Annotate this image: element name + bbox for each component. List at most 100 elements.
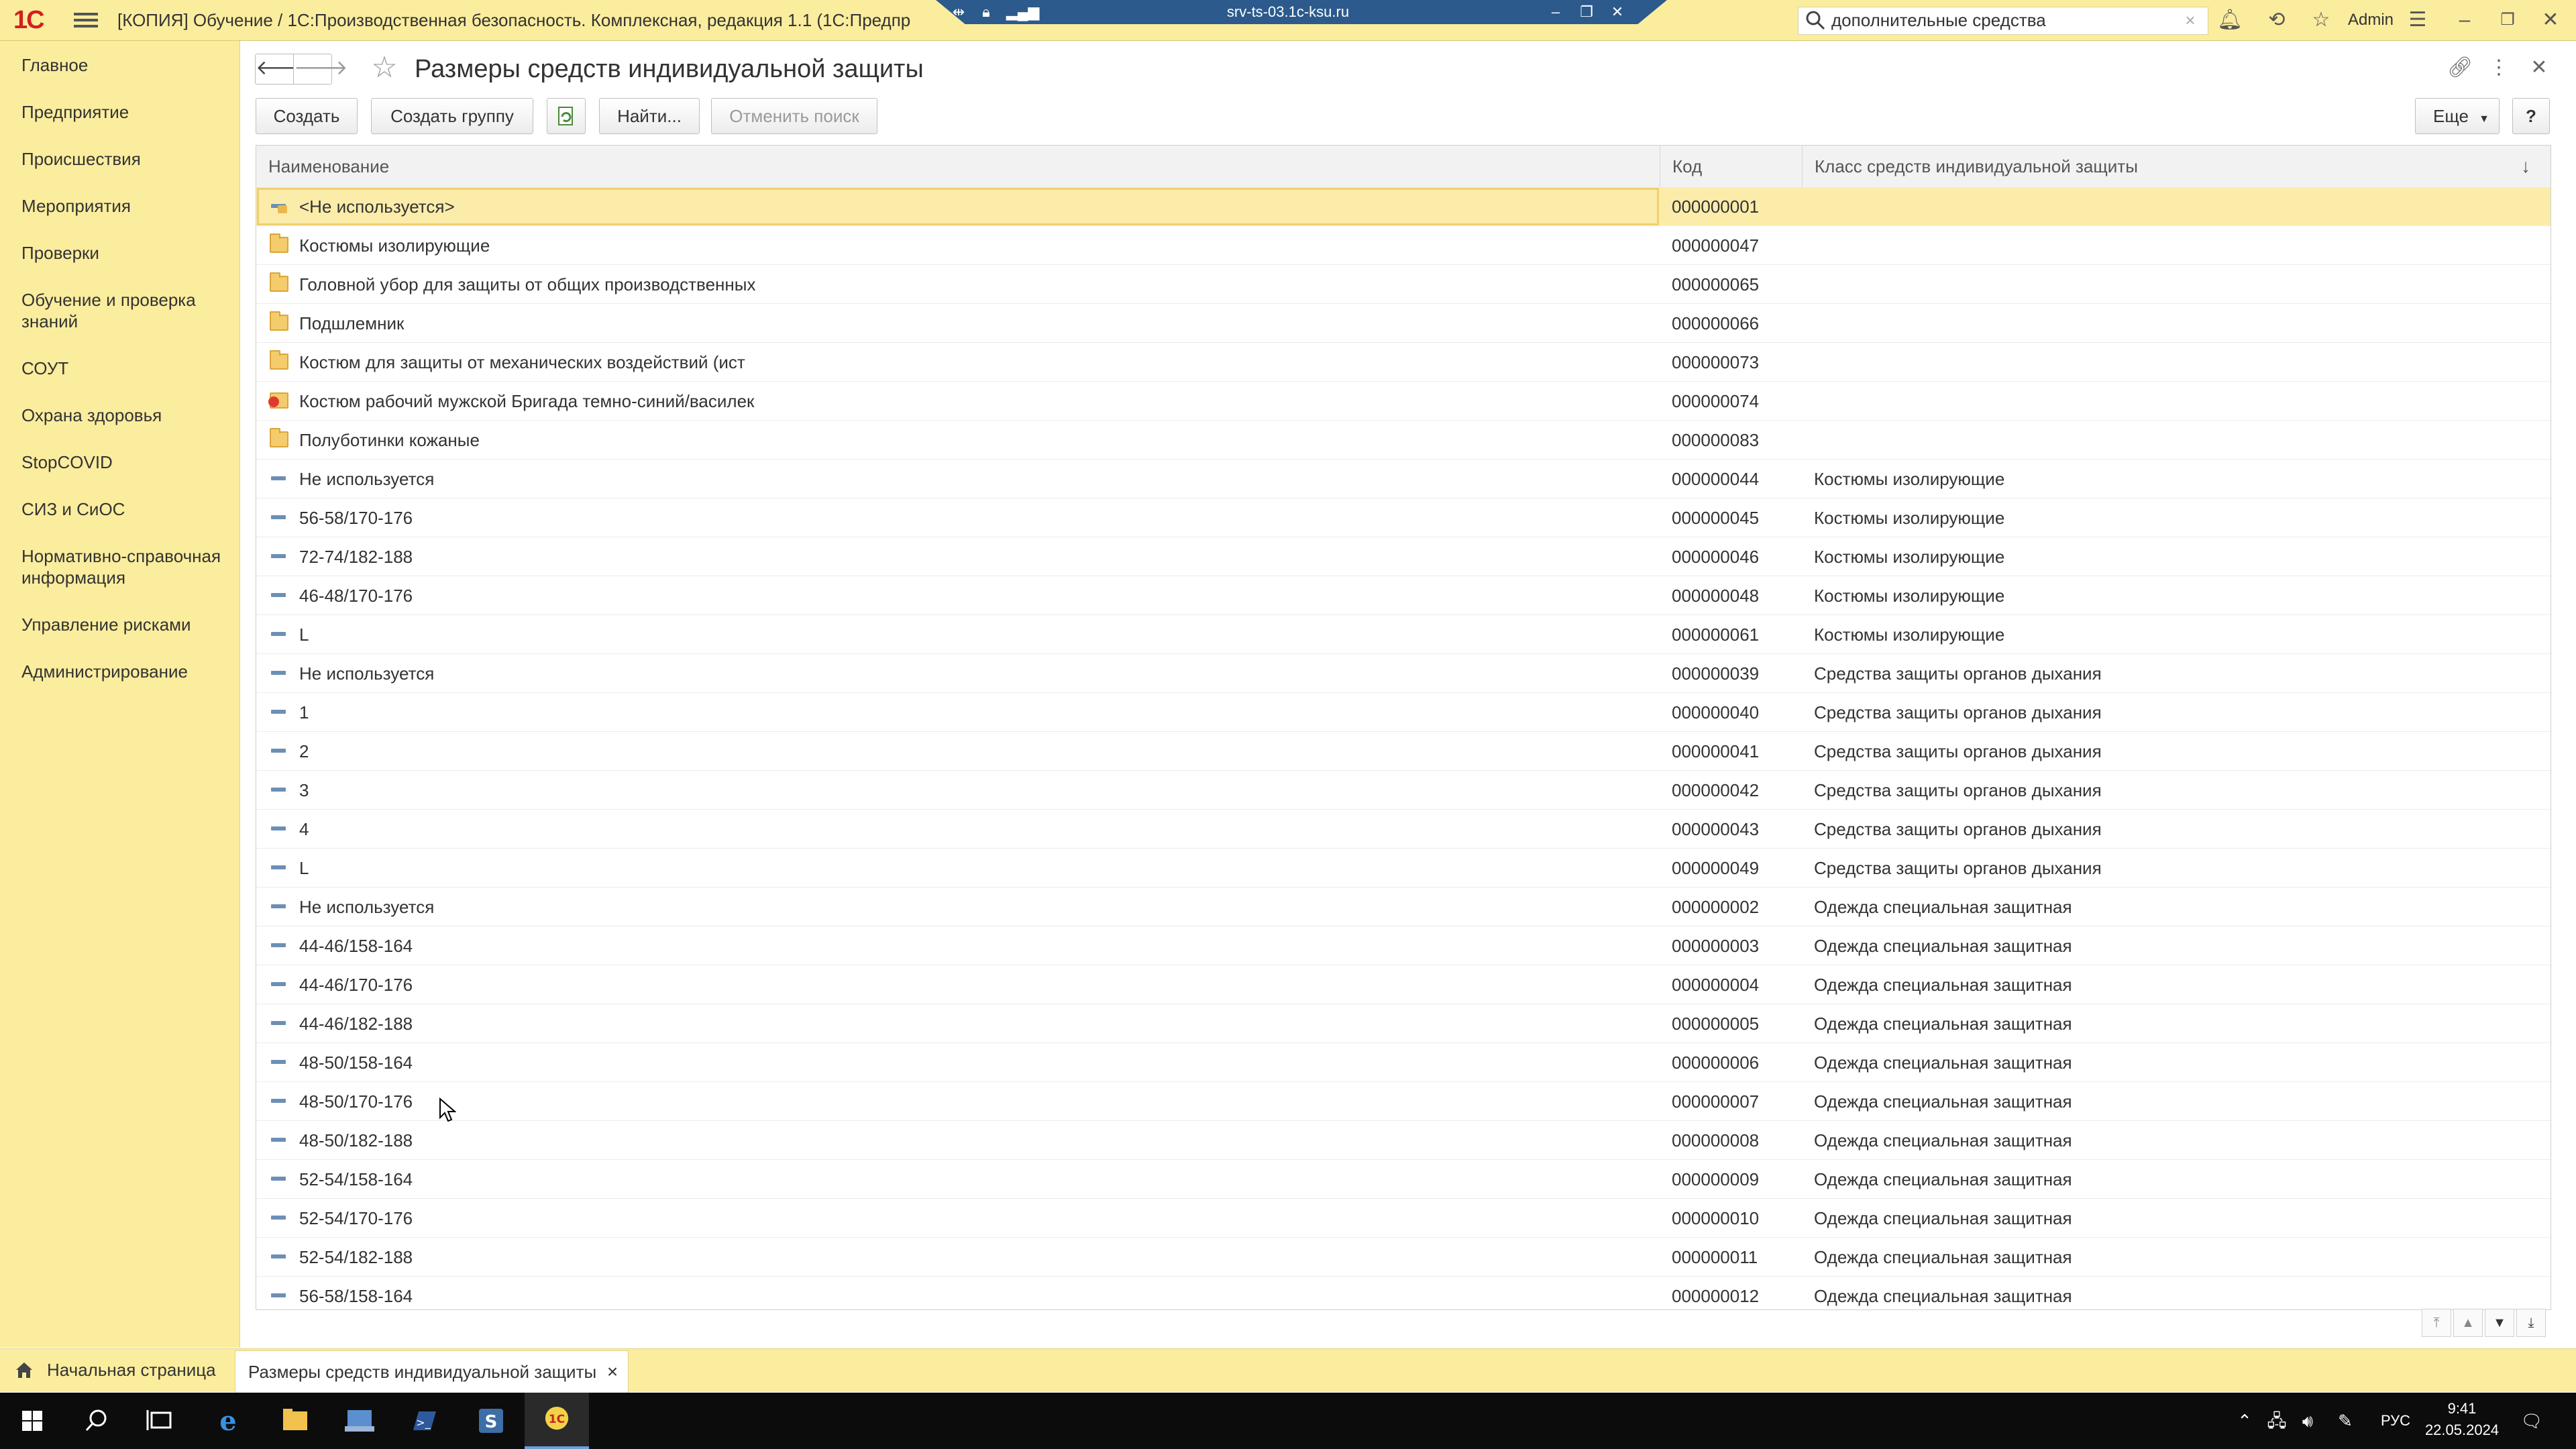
cell-name[interactable]: Полуботинки кожаные (256, 421, 1660, 460)
cell-class[interactable]: Средства защиты органов дыхания (1802, 654, 2551, 693)
cell-code[interactable]: 000000048 (1660, 576, 1802, 615)
minimize-icon[interactable]: – (2450, 7, 2479, 34)
sidebar-item-inspections[interactable]: Проверки (21, 242, 229, 264)
tab-home-page[interactable]: Начальная страница (47, 1348, 216, 1391)
cell-class[interactable]: Одежда специальная защитная (1802, 888, 2551, 926)
tab-active-label[interactable]: Размеры средств индивидуальной защиты (248, 1350, 596, 1393)
table-row[interactable]: 4 000000043 Средства защиты органов дыхани… (256, 810, 2551, 849)
table-row[interactable]: 48-50/158-164 000000006 Одежда специальная… (256, 1043, 2551, 1082)
cell-name[interactable]: <Не используется> (256, 187, 1660, 226)
cell-class[interactable]: Средства защиты органов дыхания (1802, 810, 2551, 849)
cancel-search-button[interactable]: Отменить поиск (711, 98, 877, 134)
table-row[interactable]: 44-46/170-176 000000004 Одежда специальная… (256, 965, 2551, 1004)
windows-start-icon[interactable] (0, 1393, 64, 1449)
refresh-button[interactable] (547, 98, 586, 134)
table-row[interactable]: Костюм для защиты от механических воздей… (256, 343, 2551, 382)
table-row[interactable]: Не используется 000000039 Средства защиты … (256, 654, 2551, 693)
cell-code[interactable]: 000000001 (1660, 187, 1802, 226)
app-s-icon[interactable]: S (459, 1393, 523, 1449)
table-row[interactable]: 2 000000041 Средства защиты органов дыхани… (256, 732, 2551, 771)
sidebar-item-admin[interactable]: Администрирование (21, 661, 229, 682)
cell-code[interactable]: 000000046 (1660, 537, 1802, 576)
table-row[interactable]: Полуботинки кожаные 000000083 (256, 421, 2551, 460)
sidebar-item-ppe[interactable]: СИЗ и СиОС (21, 498, 229, 520)
cell-class[interactable]: Костюмы изолирующие (1802, 460, 2551, 498)
scroll-to-top-icon[interactable]: ⤒ (2422, 1309, 2451, 1337)
cell-code[interactable]: 000000041 (1660, 732, 1802, 771)
cell-name[interactable]: L (256, 615, 1660, 654)
table-row[interactable]: Не используется 000000002 Одежда специальн… (256, 888, 2551, 926)
pin-icon[interactable]: ⇹ (949, 3, 969, 21)
table-row[interactable]: Костюмы изолирующие 000000047 (256, 226, 2551, 265)
sidebar-item-stopcovid[interactable]: StopCOVID (21, 451, 229, 473)
cell-name[interactable]: 2 (256, 732, 1660, 771)
sidebar-item-main[interactable]: Главное (21, 54, 229, 76)
table-row[interactable]: L 000000061 Костюмы изолирующие (256, 615, 2551, 654)
cell-name[interactable]: 44-46/182-188 (256, 1004, 1660, 1043)
global-search-input[interactable]: дополнительные средства (1831, 7, 2167, 34)
sidebar-item-training[interactable]: Обучение и проверка знаний (21, 289, 229, 332)
cell-class[interactable]: Одежда специальная защитная (1802, 1121, 2551, 1160)
cell-name[interactable]: 56-58/158-164 (256, 1277, 1660, 1309)
cell-name[interactable]: Головной убор для защиты от общих произв… (256, 265, 1660, 304)
cell-class[interactable] (1802, 265, 2551, 304)
cell-name[interactable]: Костюм для защиты от механических воздей… (256, 343, 1660, 382)
cell-class[interactable] (1802, 304, 2551, 343)
cell-name[interactable]: 48-50/182-188 (256, 1121, 1660, 1160)
pen-icon[interactable]: ✎ (2332, 1406, 2359, 1436)
cell-code[interactable]: 000000012 (1660, 1277, 1802, 1309)
create-button[interactable]: Создать (256, 98, 358, 134)
column-header-name[interactable]: Наименование (256, 146, 1660, 187)
table-row[interactable]: 72-74/182-188 000000046 Костюмы изолирующи… (256, 537, 2551, 576)
cell-class[interactable]: Одежда специальная защитная (1802, 1199, 2551, 1238)
table-row[interactable]: 48-50/182-188 000000008 Одежда специальная… (256, 1121, 2551, 1160)
cell-code[interactable]: 000000040 (1660, 693, 1802, 732)
forward-button[interactable]: 🡒 (293, 54, 347, 85)
cell-class[interactable]: Средства защиты органов дыхания (1802, 693, 2551, 732)
tray-expand-icon[interactable]: ⌃ (2231, 1406, 2258, 1436)
cell-name[interactable]: 46-48/170-176 (256, 576, 1660, 615)
table-row[interactable]: 56-58/170-176 000000045 Костюмы изолирующи… (256, 498, 2551, 537)
add-to-favorites-star-icon[interactable]: ☆ (368, 51, 401, 85)
cell-class[interactable]: Одежда специальная защитная (1802, 1082, 2551, 1121)
cell-class[interactable]: Одежда специальная защитная (1802, 965, 2551, 1004)
more-actions-icon[interactable]: ⋮ (2483, 52, 2514, 83)
settings-menu-icon[interactable]: ☰ (2403, 7, 2432, 34)
cell-code[interactable]: 000000049 (1660, 849, 1802, 888)
file-explorer-icon[interactable] (263, 1393, 327, 1449)
bell-icon[interactable]: 🔔︎ (2215, 7, 2245, 34)
sidebar-item-incidents[interactable]: Происшествия (21, 148, 229, 170)
cell-name[interactable]: 3 (256, 771, 1660, 810)
favorites-star-icon[interactable]: ☆ (2306, 7, 2336, 34)
cell-name[interactable]: 44-46/158-164 (256, 926, 1660, 965)
cell-class[interactable]: Костюмы изолирующие (1802, 498, 2551, 537)
table-row[interactable]: <Не используется> 000000001 (256, 187, 2551, 226)
more-menu-button[interactable]: Еще ▼ (2415, 98, 2500, 134)
cell-class[interactable]: Костюмы изолирующие (1802, 576, 2551, 615)
cell-name[interactable]: Не используется (256, 654, 1660, 693)
cell-name[interactable]: Не используется (256, 460, 1660, 498)
cell-name[interactable]: 56-58/170-176 (256, 498, 1660, 537)
table-row[interactable]: 52-54/182-188 000000011 Одежда специальная… (256, 1238, 2551, 1277)
table-row[interactable]: 52-54/158-164 000000009 Одежда специальная… (256, 1160, 2551, 1199)
server-manager-icon[interactable] (327, 1393, 392, 1449)
cell-code[interactable]: 000000003 (1660, 926, 1802, 965)
cell-name[interactable]: Костюм рабочий мужской Бригада темно-син… (256, 382, 1660, 421)
cell-code[interactable]: 000000010 (1660, 1199, 1802, 1238)
input-language[interactable]: РУС (2372, 1393, 2419, 1449)
notifications-icon[interactable]: 🗨︎ (2518, 1406, 2545, 1436)
scroll-to-bottom-icon[interactable]: ⤓ (2516, 1309, 2546, 1337)
sidebar-item-reference[interactable]: Нормативно-справочная информация (21, 545, 229, 588)
cell-code[interactable]: 000000005 (1660, 1004, 1802, 1043)
cell-name[interactable]: L (256, 849, 1660, 888)
cell-name[interactable]: 52-54/182-188 (256, 1238, 1660, 1277)
cell-code[interactable]: 000000065 (1660, 265, 1802, 304)
cell-class[interactable]: Одежда специальная защитная (1802, 1277, 2551, 1309)
cell-code[interactable]: 000000043 (1660, 810, 1802, 849)
cell-class[interactable]: Средства защиты органов дыхания (1802, 849, 2551, 888)
tab-close-icon[interactable]: × (602, 1350, 623, 1393)
powershell-icon[interactable]: >_ (392, 1393, 456, 1449)
column-header-class[interactable]: Класс средств индивидуальной защиты (1802, 146, 2551, 187)
cell-class[interactable]: Одежда специальная защитная (1802, 1238, 2551, 1277)
cell-code[interactable]: 000000066 (1660, 304, 1802, 343)
